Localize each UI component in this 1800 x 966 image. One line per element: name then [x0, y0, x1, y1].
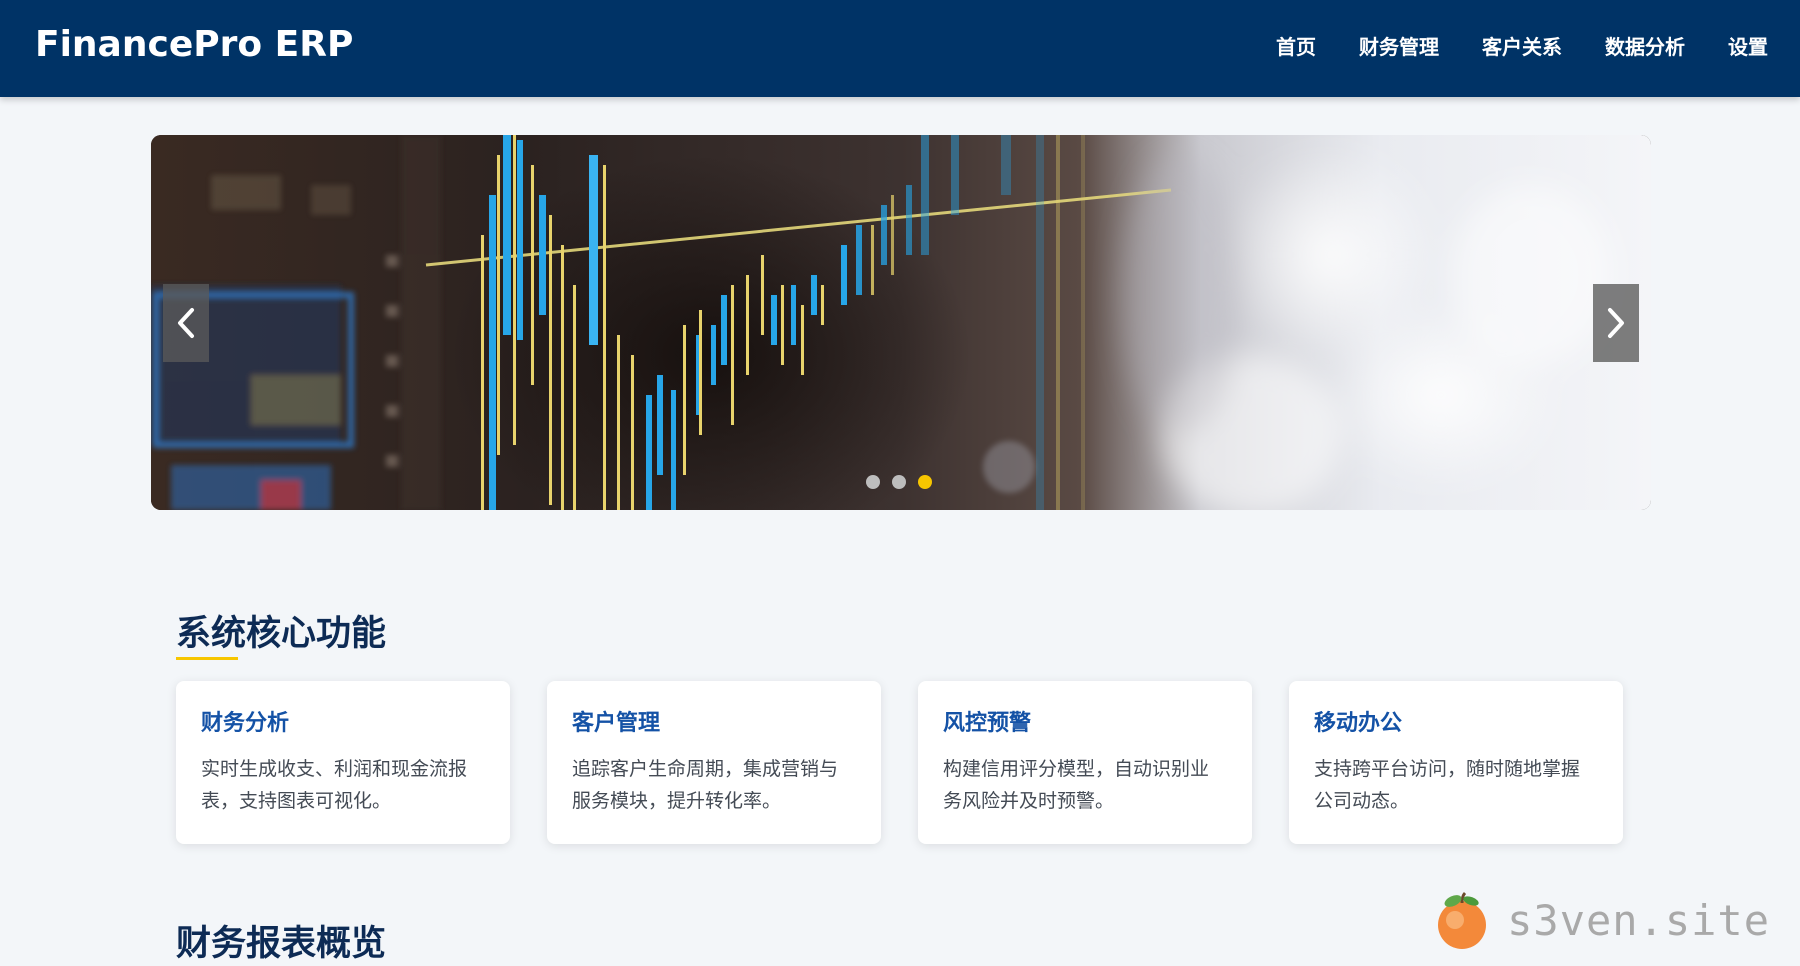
carousel-indicators — [866, 475, 932, 489]
feature-card-title: 财务分析 — [201, 711, 290, 736]
feature-card-title: 风控预警 — [943, 711, 1032, 736]
nav-item-analytics[interactable]: 数据分析 — [1605, 31, 1685, 60]
top-navbar: FinancePro ERP 首页 财务管理 客户关系 数据分析 设置 — [0, 0, 1800, 97]
nav-item-crm[interactable]: 客户关系 — [1482, 31, 1562, 60]
chevron-right-icon — [1608, 308, 1624, 338]
carousel-slide-image — [151, 135, 1651, 510]
carousel-prev-button[interactable] — [163, 284, 209, 362]
feature-card-mobile-office[interactable]: 移动办公 支持跨平台访问，随时随地掌握公司动态。 — [1289, 681, 1623, 844]
carousel-dot[interactable] — [892, 475, 906, 489]
watermark-text: s3ven.site — [1507, 895, 1770, 945]
nav-item-home[interactable]: 首页 — [1276, 31, 1316, 60]
feature-card-title: 客户管理 — [572, 711, 661, 736]
feature-card-customer-management[interactable]: 客户管理 追踪客户生命周期，集成营销与服务模块，提升转化率。 — [547, 681, 881, 844]
feature-card-description: 实时生成收支、利润和现金流报表，支持图表可视化。 — [201, 758, 468, 812]
carousel-next-button[interactable] — [1593, 284, 1639, 362]
site-watermark: s3ven.site — [1431, 885, 1770, 955]
carousel-dot-active[interactable] — [918, 475, 932, 489]
feature-cards: 财务分析 实时生成收支、利润和现金流报表，支持图表可视化。 客户管理 追踪客户生… — [176, 681, 1623, 844]
feature-card-description: 追踪客户生命周期，集成营销与服务模块，提升转化率。 — [572, 758, 839, 812]
feature-card-description: 支持跨平台访问，随时随地掌握公司动态。 — [1314, 758, 1581, 812]
peach-icon — [1438, 891, 1487, 949]
brand-logo[interactable]: FinancePro ERP — [35, 0, 353, 90]
hero-carousel — [151, 135, 1651, 510]
chevron-left-icon — [178, 308, 194, 338]
nav-item-finance[interactable]: 财务管理 — [1359, 31, 1439, 60]
feature-card-description: 构建信用评分模型，自动识别业务风险并及时预警。 — [943, 758, 1210, 812]
reports-section-title: 财务报表概览 — [176, 924, 387, 964]
main-nav: 首页 财务管理 客户关系 数据分析 设置 — [1276, 0, 1768, 90]
carousel-dot[interactable] — [866, 475, 880, 489]
feature-card-title: 移动办公 — [1314, 711, 1403, 736]
nav-item-settings[interactable]: 设置 — [1728, 31, 1768, 60]
feature-card-risk-warning[interactable]: 风控预警 构建信用评分模型，自动识别业务风险并及时预警。 — [918, 681, 1252, 844]
feature-card-finance-analysis[interactable]: 财务分析 实时生成收支、利润和现金流报表，支持图表可视化。 — [176, 681, 510, 844]
features-section-title: 系统核心功能 — [176, 614, 387, 654]
section-title-underline — [176, 657, 238, 660]
